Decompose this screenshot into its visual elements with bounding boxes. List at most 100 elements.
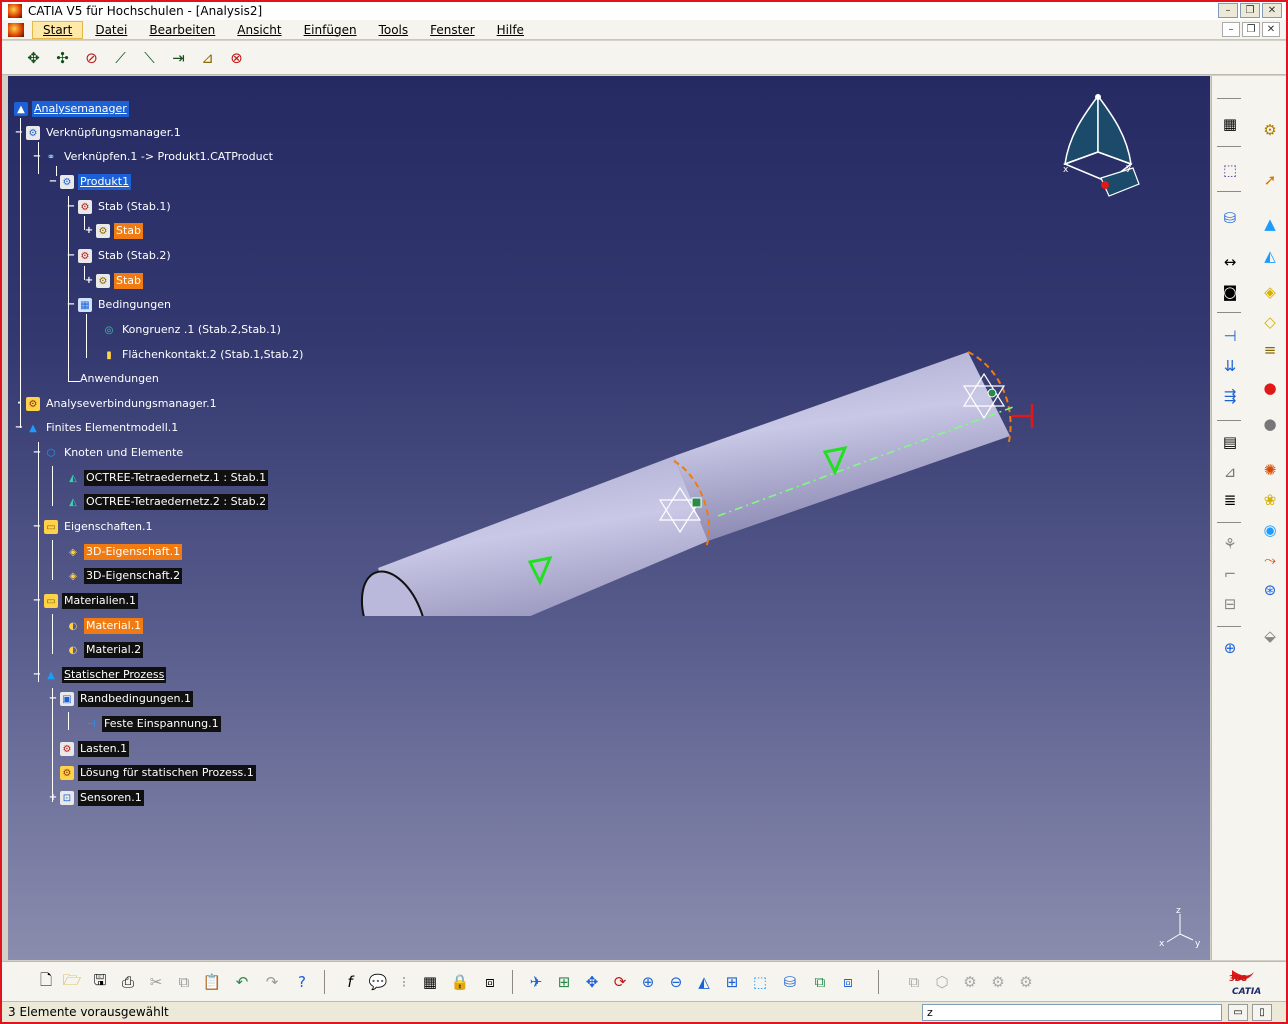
rotate-icon[interactable]: ⟳: [608, 970, 632, 994]
replace-component-icon[interactable]: ⚙: [986, 970, 1010, 994]
collapse-icon[interactable]: −: [32, 448, 42, 458]
cylinder-assembly[interactable]: [338, 256, 1058, 616]
catalog-icon[interactable]: ⧈: [478, 970, 502, 994]
shading-icon[interactable]: ⛁: [778, 970, 802, 994]
tree-node[interactable]: · ⚙ Analyseverbindungsmanager.1: [14, 395, 219, 413]
connection-icon[interactable]: ◙: [1218, 280, 1242, 304]
redo-icon[interactable]: ↷: [260, 970, 284, 994]
contact-constraint-icon[interactable]: ⟍: [138, 46, 161, 69]
document-icon[interactable]: [8, 22, 24, 37]
menu-start[interactable]: Start: [32, 20, 84, 39]
undo-icon[interactable]: ↶: [230, 970, 254, 994]
update-constraints-icon[interactable]: ⊗: [225, 46, 248, 69]
iso-view-icon[interactable]: ⬚: [748, 970, 772, 994]
tree-node[interactable]: − ▲ Statischer Prozess: [32, 666, 167, 684]
tree-node[interactable]: − ▦ Bedingungen: [66, 296, 173, 314]
normal-view-icon[interactable]: ◭: [692, 970, 716, 994]
tree-node[interactable]: − ▲ Finites Elementmodell.1: [14, 419, 180, 437]
zoom-analysis-icon[interactable]: ⊕: [1218, 636, 1242, 660]
sphere-icon[interactable]: ●: [1258, 412, 1282, 436]
tree-node[interactable]: − ⚙ Verknüpfungsmanager.1: [14, 124, 183, 142]
component-icon[interactable]: ⬡: [930, 970, 954, 994]
command-input[interactable]: [922, 1004, 1222, 1021]
paste-icon[interactable]: 📋: [200, 970, 224, 994]
tree-node[interactable]: − ⚙ Stab (Stab.2): [66, 247, 173, 265]
tree-node[interactable]: ◈ 3D-Eigenschaft.2: [66, 567, 183, 585]
command-stop-icon[interactable]: ▯: [1252, 1004, 1272, 1021]
compute-gear-icon[interactable]: ⚙: [1258, 118, 1282, 142]
collapse-icon[interactable]: −: [32, 152, 42, 162]
tree-node[interactable]: − ▭ Eigenschaften.1: [32, 518, 154, 536]
expand-icon[interactable]: +: [84, 276, 94, 286]
tree-node[interactable]: ⚙ Lasten.1: [60, 740, 130, 758]
principal-stress-icon[interactable]: ⤳: [1258, 548, 1282, 572]
tree-node[interactable]: ◭ OCTREE-Tetraedernetz.1 : Stab.1: [66, 469, 269, 487]
expand-icon[interactable]: +: [48, 793, 58, 803]
coincidence-constraint-icon[interactable]: ⟋: [109, 46, 132, 69]
swap-space-icon[interactable]: ⧈: [836, 970, 860, 994]
lock-icon[interactable]: 🔒: [448, 970, 472, 994]
tree-node[interactable]: ⊣ Feste Einspannung.1: [84, 715, 221, 733]
tree-node[interactable]: ▲ Analysemanager: [14, 100, 129, 118]
move-compass-icon[interactable]: ✥: [22, 46, 45, 69]
tree-node[interactable]: − ⚙ Stab (Stab.1): [66, 198, 173, 216]
force-icon[interactable]: ⇶: [1218, 384, 1242, 408]
collapse-icon[interactable]: −: [48, 177, 58, 187]
pan-icon[interactable]: ✥: [580, 970, 604, 994]
menu-hilfe[interactable]: Hilfe: [487, 22, 534, 38]
group-icon[interactable]: ⚘: [1218, 532, 1242, 556]
doc-minimize-button[interactable]: –: [1222, 22, 1240, 37]
tree-node[interactable]: + ⚙ Stab: [84, 272, 144, 290]
close-button[interactable]: ✕: [1262, 3, 1282, 18]
tree-node[interactable]: ◎ Kongruenz .1 (Stab.2,Stab.1): [102, 321, 283, 339]
graph-tree-icon[interactable]: ⚙: [1014, 970, 1038, 994]
minimize-button[interactable]: –: [1218, 3, 1238, 18]
offset-constraint-icon[interactable]: ⇥: [167, 46, 190, 69]
tree-node[interactable]: ◐ Material.1: [66, 617, 144, 635]
angle-constraint-icon[interactable]: ⊿: [196, 46, 219, 69]
clamp-symbol-icon[interactable]: [1012, 404, 1034, 428]
tree-node[interactable]: ◈ 3D-Eigenschaft.1: [66, 543, 183, 561]
expand-icon[interactable]: +: [84, 226, 94, 236]
material-library-icon[interactable]: ≡: [1258, 338, 1282, 362]
open-folder-icon[interactable]: 🗁: [60, 970, 84, 994]
collapse-icon[interactable]: −: [66, 300, 76, 310]
snap-icon[interactable]: ✣: [51, 46, 74, 69]
measure-icon[interactable]: ↔: [1218, 250, 1242, 274]
menu-ansicht[interactable]: Ansicht: [227, 22, 291, 38]
fix-icon[interactable]: ⊘: [80, 46, 103, 69]
menu-einfuegen[interactable]: Einfügen: [294, 22, 367, 38]
collapse-icon[interactable]: −: [14, 128, 24, 138]
von-mises-icon[interactable]: ❀: [1258, 488, 1282, 512]
zoom-in-icon[interactable]: ⊕: [636, 970, 660, 994]
menu-datei[interactable]: Datei: [85, 22, 137, 38]
list-icon[interactable]: ≣: [1218, 488, 1242, 512]
surface-mesh-icon[interactable]: ◭: [1258, 244, 1282, 268]
traffic-light-icon[interactable]: ●: [1258, 376, 1282, 400]
solid-property-icon[interactable]: ◈: [1258, 280, 1282, 304]
collapse-icon[interactable]: −: [32, 596, 42, 606]
tree-node[interactable]: ◐ Material.2: [66, 641, 144, 659]
cut-icon[interactable]: ✂: [144, 970, 168, 994]
image-layout-icon[interactable]: ⬙: [1258, 624, 1282, 648]
menu-tools[interactable]: Tools: [369, 22, 419, 38]
hide-show-icon[interactable]: ⧉: [808, 970, 832, 994]
octree-mesh-icon[interactable]: ▲: [1258, 212, 1282, 236]
tree-node[interactable]: ⚙ Lösung für statischen Prozess.1: [60, 764, 256, 782]
table-icon[interactable]: ▦: [418, 970, 442, 994]
precision-icon[interactable]: ⊛: [1258, 578, 1282, 602]
displacement-icon[interactable]: ◉: [1258, 518, 1282, 542]
menu-bearbeiten[interactable]: Bearbeiten: [139, 22, 225, 38]
fit-all-icon[interactable]: ⊞: [552, 970, 576, 994]
report-icon[interactable]: ▤: [1218, 430, 1242, 454]
pressure-icon[interactable]: ⇊: [1218, 354, 1242, 378]
bar-stab-1[interactable]: [378, 456, 708, 616]
select-arrow-icon[interactable]: ➚: [1258, 168, 1282, 192]
doc-restore-button[interactable]: ❐: [1242, 22, 1260, 37]
copy-icon[interactable]: ⧉: [172, 970, 196, 994]
product-structure-icon[interactable]: ⧉: [902, 970, 926, 994]
sensor-icon[interactable]: ⊿: [1218, 460, 1242, 484]
multi-view-icon[interactable]: ⊞: [720, 970, 744, 994]
save-icon[interactable]: 🖫: [88, 970, 112, 994]
tree-node[interactable]: − ⬡ Knoten und Elemente: [32, 444, 185, 462]
